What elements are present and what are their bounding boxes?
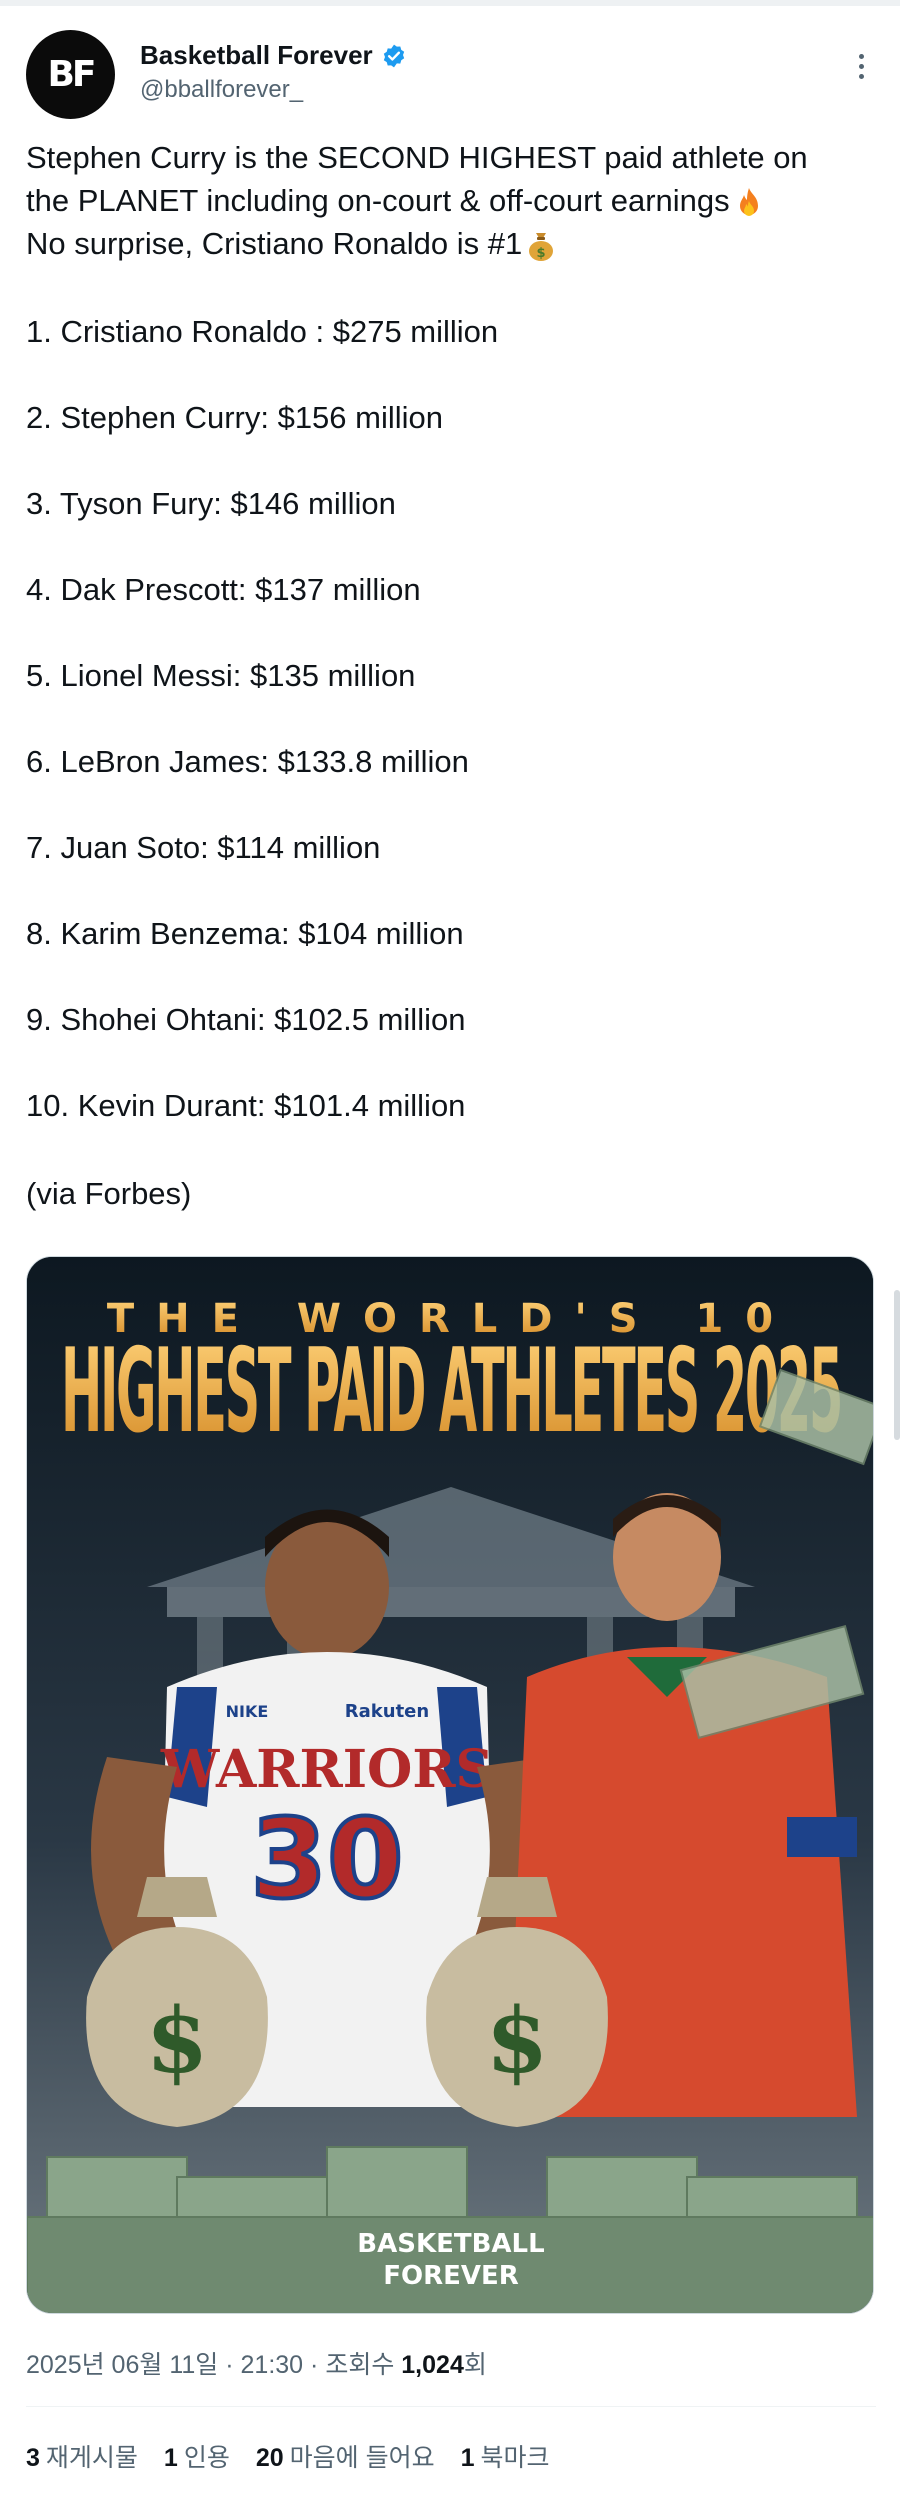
bookmarks-stat[interactable]: 1 북마크 — [461, 2438, 550, 2474]
ranking-item-10: 10. Kevin Durant: $101.4 million — [26, 1088, 466, 1123]
views-label: 조회수 — [325, 2351, 395, 2379]
ranking-item-2: 2. Stephen Curry: $156 million — [26, 400, 444, 435]
verified-badge-icon — [383, 44, 404, 67]
jersey-team: WARRIORS — [160, 1739, 493, 1800]
fire-emoji-icon — [739, 187, 758, 216]
post-date[interactable]: 2025년 06월 11일 — [26, 2351, 218, 2379]
jersey-sponsor: Rakuten — [345, 1701, 429, 1722]
svg-text:$: $ — [537, 246, 546, 261]
bag-symbol-right: $ — [486, 1988, 549, 2094]
post-time[interactable]: 21:30 — [241, 2351, 304, 2379]
meta-separator: · — [225, 2351, 234, 2379]
ranking-item-4: 4. Dak Prescott: $137 million — [26, 572, 421, 607]
money-bag-emoji-icon: $ — [529, 232, 554, 261]
jersey-number: 30 — [250, 1795, 403, 1923]
engagement-stats: 3 재게시물 1 인용 20 마음에 들어요 1 북마크 — [26, 2438, 550, 2474]
source-credit: (via Forbes) — [26, 1176, 192, 1211]
top-divider — [0, 0, 900, 6]
tweet-image[interactable]: THE WORLD'S 10 HIGHEST PAID ATHLETES 202… — [26, 1256, 874, 2314]
ranking-item-5: 5. Lionel Messi: $135 million — [26, 658, 416, 693]
more-options-icon[interactable] — [846, 46, 876, 86]
ranking-item-6: 6. LeBron James: $133.8 million — [26, 744, 469, 779]
quotes-stat[interactable]: 1 인용 — [164, 2438, 230, 2474]
jersey-brand: NIKE — [226, 1702, 269, 1721]
ranking-item-3: 3. Tyson Fury: $146 million — [26, 486, 396, 521]
ranking-item-9: 9. Shohei Ohtani: $102.5 million — [26, 1002, 466, 1037]
rankings-list: 1. Cristiano Ronaldo : $275 million 2. S… — [26, 310, 876, 1170]
author-handle[interactable]: @bballforever_ — [140, 76, 303, 104]
ranking-item-1: 1. Cristiano Ronaldo : $275 million — [26, 314, 499, 349]
watermark-line1: BASKETBALL — [357, 2229, 544, 2259]
likes-stat[interactable]: 20 마음에 들어요 — [256, 2438, 435, 2474]
meta-separator: · — [310, 2351, 319, 2379]
scrollbar[interactable] — [894, 1290, 900, 1440]
reposts-stat[interactable]: 3 재게시물 — [26, 2438, 138, 2474]
tweet-metadata: 2025년 06월 11일 · 21:30 · 조회수 1,024회 — [26, 2345, 487, 2381]
tweet-line-2: the PLANET including on-court & off-cour… — [26, 179, 876, 222]
bag-symbol-left: $ — [146, 1988, 209, 2094]
views-suffix: 회 — [463, 2351, 487, 2379]
poster-headline-main: HIGHEST PAID ATHLETES 2025 — [61, 1324, 841, 1459]
author-name-row[interactable]: Basketball Forever — [140, 40, 407, 71]
avatar[interactable]: BF — [26, 30, 115, 119]
tweet-header: BF Basketball Forever @bballforever_ — [26, 30, 876, 125]
display-name[interactable]: Basketball Forever — [140, 40, 373, 71]
avatar-text: BF — [47, 54, 96, 95]
tweet-line-1: Stephen Curry is the SECOND HIGHEST paid… — [26, 140, 808, 175]
tweet-text: Stephen Curry is the SECOND HIGHEST paid… — [26, 136, 876, 265]
views-count: 1,024 — [401, 2351, 464, 2379]
stats-divider — [26, 2406, 876, 2407]
ranking-item-7: 7. Juan Soto: $114 million — [26, 830, 381, 865]
poster-graphic: THE WORLD'S 10 HIGHEST PAID ATHLETES 202… — [27, 1257, 873, 2313]
watermark-line2: FOREVER — [383, 2261, 519, 2291]
ranking-item-8: 8. Karim Benzema: $104 million — [26, 916, 464, 951]
tweet-line-3: No surprise, Cristiano Ronaldo is #1 $ — [26, 222, 876, 265]
